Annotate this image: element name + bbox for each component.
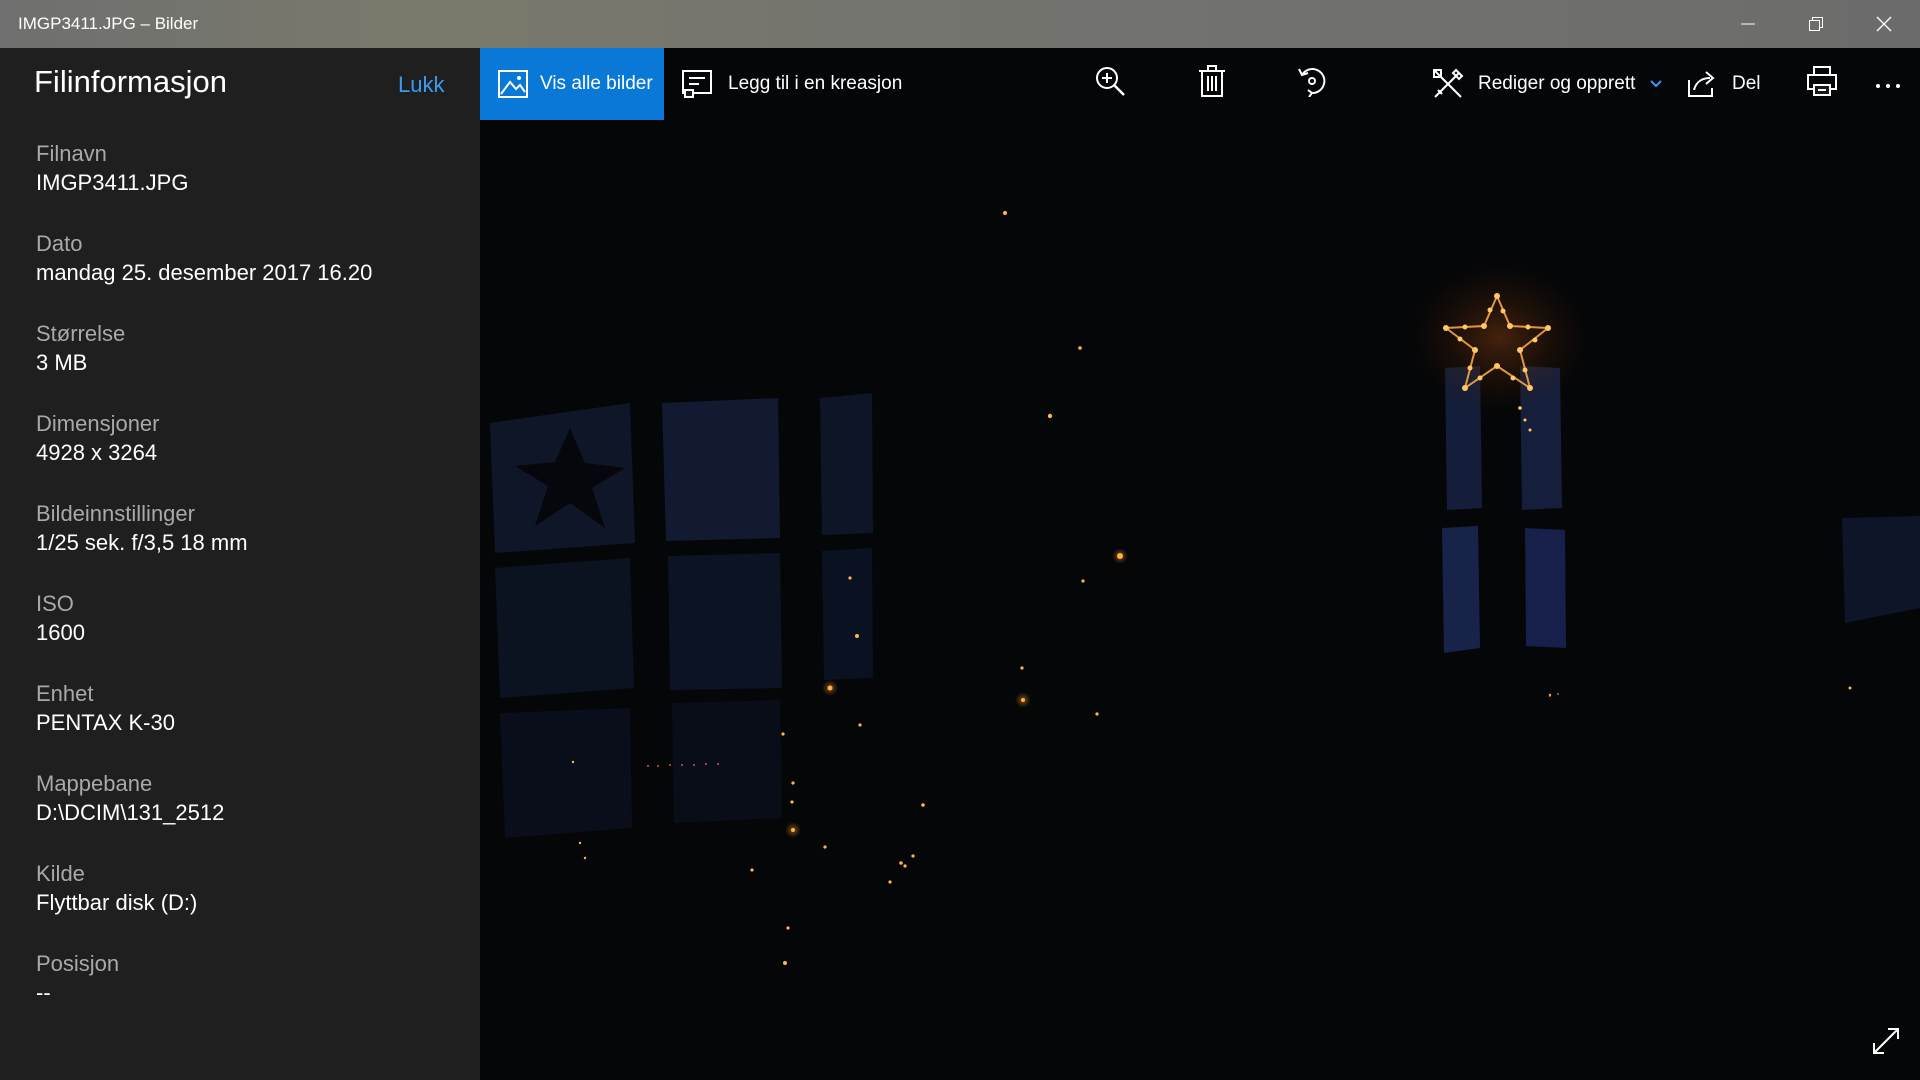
fullscreen-button[interactable] [1870,1025,1902,1062]
info-label: Dimensjoner [36,411,160,436]
expand-icon [1873,1028,1899,1054]
add-creation-icon [682,70,714,98]
info-value: mandag 25. desember 2017 16.20 [36,260,373,285]
info-location: Posisjon -- [36,950,456,1008]
close-window-button[interactable] [1850,0,1918,48]
info-folder-path: Mappebane D:\DCIM\131_2512 [36,770,456,828]
info-camera-settings: Bildeinnstillinger 1/25 sek. f/3,5 18 mm [36,500,456,558]
edit-create-button[interactable]: Rediger og opprett [1432,48,1663,120]
toolbar: Vis alle bilder Legg til i en kreasjon R… [480,48,1920,120]
add-to-creation-label: Legg til i en kreasjon [728,73,903,94]
close-icon [1876,16,1892,32]
info-label: Størrelse [36,321,126,346]
info-filename: Filnavn IMGP3411.JPG [36,140,456,198]
info-value: 4928 x 3264 [36,440,158,465]
title-bar: IMGP3411.JPG – Bilder [0,0,1920,48]
info-value: PENTAX K-30 [36,710,175,735]
info-value: 1600 [36,620,85,645]
edit-create-label: Rediger og opprett [1478,73,1636,94]
info-label: Bildeinnstillinger [36,501,195,526]
info-value: Flyttbar disk (D:) [36,890,198,915]
zoom-in-icon [1094,65,1126,103]
file-info-panel: Filinformasjon Lukk Filnavn IMGP3411.JPG… [0,48,480,1080]
minimize-icon [1741,23,1755,25]
delete-icon [1198,65,1226,103]
info-value: 3 MB [36,350,88,375]
picture-icon [498,70,528,98]
share-label: Del [1732,73,1761,94]
panel-title: Filinformasjon [34,64,227,99]
print-icon [1806,65,1838,103]
close-panel-link[interactable]: Lukk [398,72,444,98]
delete-button[interactable] [1184,48,1240,120]
info-label: Kilde [36,861,85,886]
restore-icon [1809,17,1823,31]
show-all-photos-button[interactable]: Vis alle bilder [480,48,664,120]
photo-viewer[interactable] [480,48,1920,1080]
print-button[interactable] [1794,48,1850,120]
add-to-creation-button[interactable]: Legg til i en kreasjon [682,48,902,120]
chevron-down-icon [1649,79,1663,89]
info-dimensions: Dimensjoner 4928 x 3264 [36,410,456,468]
info-device: Enhet PENTAX K-30 [36,680,456,738]
info-value: IMGP3411.JPG [36,170,189,195]
info-label: Posisjon [36,951,120,976]
info-iso: ISO 1600 [36,590,456,648]
info-label: ISO [36,591,74,616]
info-value: 1/25 sek. f/3,5 18 mm [36,530,248,555]
share-icon [1686,70,1718,98]
more-icon [1875,73,1901,95]
edit-create-icon [1432,68,1464,100]
info-label: Dato [36,231,83,256]
window-title: IMGP3411.JPG – Bilder [18,14,199,33]
info-source: Kilde Flyttbar disk (D:) [36,860,456,918]
more-options-button[interactable] [1860,48,1916,120]
info-label: Filnavn [36,141,107,166]
info-value: -- [36,980,51,1005]
zoom-button[interactable] [1082,48,1138,120]
info-value[interactable]: D:\DCIM\131_2512 [36,798,456,828]
rotate-button[interactable] [1284,48,1340,120]
rotate-icon [1296,65,1328,103]
minimize-button[interactable] [1714,0,1782,48]
share-button[interactable]: Del [1686,48,1761,120]
restore-button[interactable] [1782,0,1850,48]
photo [480,48,1920,1080]
info-size: Størrelse 3 MB [36,320,456,378]
info-label: Mappebane [36,771,153,796]
info-label: Enhet [36,681,94,706]
info-date: Dato mandag 25. desember 2017 16.20 [36,230,456,288]
show-all-photos-label: Vis alle bilder [540,73,653,94]
